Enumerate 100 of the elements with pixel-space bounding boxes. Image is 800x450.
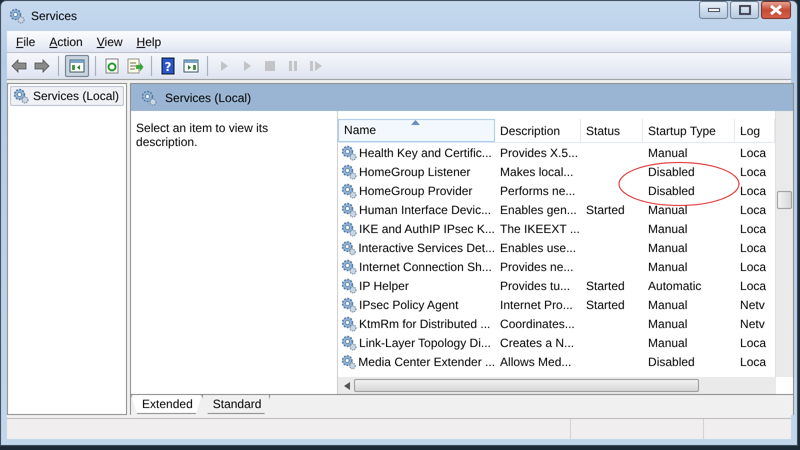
table-cell-text: Loca [739,222,768,236]
service-gear-icon [341,164,358,180]
help-button[interactable]: ? [158,56,178,76]
menu-item[interactable]: Help [130,32,168,50]
service-gear-icon [341,316,358,332]
table-cell-text: Provides X.5... [499,146,580,160]
table-cell-text: Allows Med... [499,354,572,368]
pane-icon [68,57,86,75]
table-row[interactable]: Health Key and Certific... Provides X.5... Manual Loca [338,143,776,162]
vertical-scrollbar[interactable] [775,111,794,377]
table-row[interactable]: HomeGroup Provider Performs ne... Disabled Loca [338,181,776,200]
table-cell-text: Creates a N... [499,336,576,350]
menu-item[interactable]: View [90,32,130,50]
table-cell-text: Manual [647,298,688,312]
table-cell-text: Loca [739,260,768,274]
table-cell-text: The IKEEXT ... [499,222,581,236]
table-cell-text: Loca [739,278,768,292]
table-cell-text: Enables use... [499,240,578,254]
window-title: Services [31,9,78,23]
scroll-left-icon[interactable] [344,382,350,390]
table-cell-text: Enables gen... [499,202,578,216]
back-button[interactable] [9,56,29,76]
table-cell-text: Loca [739,184,768,198]
table-cell-text: Internet Pro... [499,298,574,312]
service-gear-icon [341,278,358,294]
left-arrow-icon [10,57,28,75]
minimize-button[interactable] [699,1,728,19]
export-icon [126,57,144,75]
menu-item[interactable]: File [9,32,42,50]
forward-button[interactable] [32,56,52,76]
column-header[interactable]: Status [581,119,644,142]
table-row[interactable]: HomeGroup Listener Makes local... Disabled Loca [338,162,776,181]
table-cell: Interactive Services Det... [358,240,496,254]
table-row[interactable]: Internet Connection Sh... Provides ne... Manual Loca [338,257,776,276]
tree-item[interactable]: Services (Local) [10,86,124,106]
pane-title: Services (Local) [165,90,252,104]
table-cell: Media Center Extender ... [358,354,496,368]
gear-icon [13,88,29,104]
table-cell: IP Helper [359,278,409,292]
maximize-button[interactable] [730,1,759,19]
table-row[interactable]: IP Helper Provides tu... Started Automatic Loca [338,276,776,295]
service-gear-icon [341,220,358,236]
horizontal-scrollbar[interactable] [338,377,776,394]
maximize-icon [738,5,750,15]
table-row[interactable]: IPsec Policy Agent Internet Pro... Started Manual Netv [338,295,776,314]
menu-item[interactable]: Action [42,32,90,50]
table-cell-text: Manual [647,146,688,160]
table-row[interactable]: Link-Layer Topology Di... Creates a N... Manual Loca [338,333,776,352]
table-cell-text: Started [585,202,626,216]
table-row[interactable]: IKE and AuthIP IPsec K... The IKEEXT ... Manual Loca [338,219,776,238]
table-cell-text: Started [585,298,626,312]
view-tab[interactable]: Extended [131,395,202,414]
table-cell-text: Loca [739,336,768,350]
table-cell: Link-Layer Topology Di... [359,336,491,350]
table-row[interactable]: Human Interface Devic... Enables gen... Started Manual Loca [338,200,776,219]
close-button[interactable] [761,1,791,19]
table-cell-text: Loca [739,354,768,368]
table-cell-text: Manual [647,260,688,274]
table-cell-text: Disabled [647,354,696,368]
column-header[interactable]: Name [338,119,496,142]
service-gear-icon [341,296,358,312]
column-header[interactable]: Startup Type [643,119,736,142]
table-cell: Internet Connection Sh... [359,260,492,274]
table-cell-text: Netv [739,316,766,330]
table-row[interactable]: KtmRm for Distributed ... Coordinates... Manual Netv [338,314,776,333]
table-cell-text: Manual [647,222,688,236]
table-cell-text: Coordinates... [499,316,576,330]
column-header[interactable]: Description [495,119,582,142]
table-cell: HomeGroup Listener [359,164,470,178]
view-tab[interactable]: Standard [202,395,270,414]
service-gear-icon [341,334,358,350]
app-gear-icon [9,8,25,24]
table-cell: IKE and AuthIP IPsec K... [359,222,495,236]
table-cell-text: Disabled [647,184,696,198]
console-tree-button[interactable] [65,55,89,77]
table-cell-text: Manual [647,336,688,350]
table-cell: KtmRm for Distributed ... [359,316,490,330]
table-cell-text: Manual [647,240,688,254]
table-cell-text: Manual [647,316,688,330]
service-gear-icon [341,258,358,274]
table-cell: IPsec Policy Agent [359,298,458,312]
table-cell-text: Provides ne... [499,260,574,274]
table-row[interactable]: Media Center Extender ... Allows Med... Disabled Loca [338,352,776,371]
service-gear-icon [341,144,358,160]
table-cell-text: Automatic [647,278,702,292]
table-cell-text: Disabled [647,164,696,178]
table-cell-text: Started [585,278,626,292]
export-list-button[interactable] [125,56,145,76]
minimize-icon [708,7,720,13]
pane-icon [182,57,200,75]
service-gear-icon [341,240,356,256]
close-icon [770,5,782,15]
service-gear-icon [341,182,358,198]
table-cell-text: Netv [739,298,766,312]
table-cell-text: Provides tu... [499,278,572,292]
table-row[interactable]: Interactive Services Det... Enables use... Manual Loca [338,238,776,257]
table-cell: HomeGroup Provider [359,184,472,198]
table-cell: Health Key and Certific... [359,146,492,160]
description-text: Select an item to view its description. [136,121,268,149]
table-cell-text: Makes local... [499,164,574,178]
